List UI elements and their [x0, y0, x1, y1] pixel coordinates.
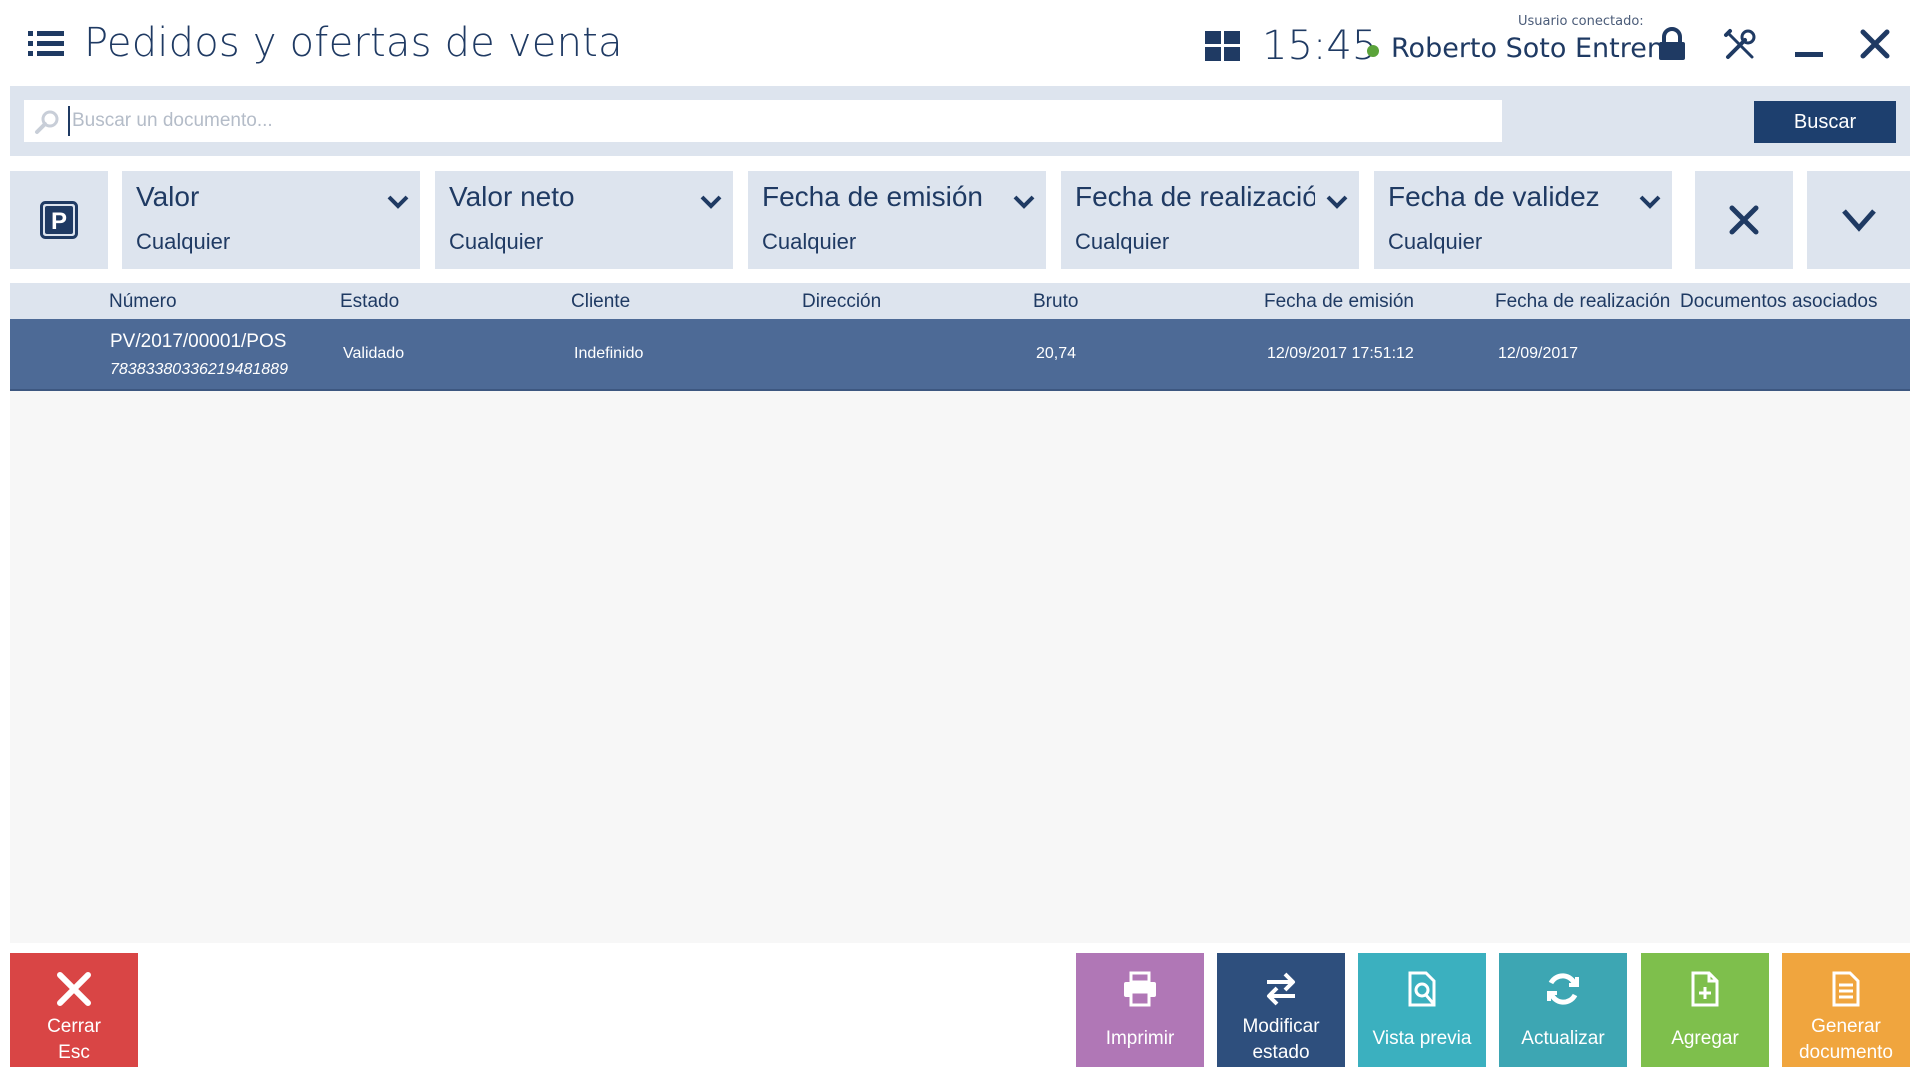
add-button[interactable]: Agregar	[1641, 953, 1769, 1067]
cell-codigo: 7838338033621948188​9	[110, 361, 288, 378]
close-button-label: Cerrar	[47, 1016, 101, 1037]
filter-label: Fecha de realización	[1075, 181, 1315, 212]
filter-valor-neto[interactable]: Valor neto Cualquier	[435, 171, 733, 269]
cell-bruto: 20,74	[1036, 345, 1077, 362]
filter-label: Fecha de validez	[1388, 181, 1600, 212]
chevron-down-icon	[1013, 195, 1035, 209]
filter-fecha-validez[interactable]: Fecha de validez Cualquier	[1374, 171, 1672, 269]
windows-icon[interactable]	[1205, 31, 1240, 61]
filter-value: Cualquier	[449, 229, 544, 254]
online-status-indicator	[1367, 45, 1379, 57]
filter-fecha-emision[interactable]: Fecha de emisión Cualquier	[748, 171, 1046, 269]
chevron-down-icon	[387, 195, 409, 209]
column-header-cliente[interactable]: Cliente	[571, 291, 630, 313]
filter-value: Cualquier	[762, 229, 857, 254]
print-button-label: Imprimir	[1105, 1028, 1175, 1049]
filter-value: Cualquier	[1075, 229, 1170, 254]
document-lines-icon	[1832, 971, 1860, 1007]
parking-icon: P	[40, 201, 78, 239]
filter-label: Valor	[136, 181, 200, 212]
column-header-fecha-realizacion[interactable]: Fecha de realización	[1495, 291, 1670, 313]
svg-text:P: P	[51, 208, 67, 235]
modify-status-button-label-2: estado	[1252, 1042, 1310, 1063]
search-panel: Buscar	[10, 86, 1910, 156]
close-button-shortcut: Esc	[58, 1042, 90, 1063]
modify-status-button[interactable]: Modificar estado	[1217, 953, 1345, 1067]
search-box	[24, 100, 1502, 142]
preview-button[interactable]: Vista previa	[1358, 953, 1486, 1067]
close-icon	[1729, 205, 1759, 235]
refresh-button[interactable]: Actualizar	[1499, 953, 1627, 1067]
column-header-direccion[interactable]: Dirección	[802, 291, 881, 313]
menu-icon[interactable]	[28, 28, 64, 60]
document-add-icon	[1691, 971, 1719, 1007]
cell-numero: PV/2017/00001/POS	[110, 331, 287, 352]
column-header-estado[interactable]: Estado	[340, 291, 399, 313]
documents-table: Número Estado Cliente Dirección Bruto Fe…	[10, 283, 1910, 943]
table-row[interactable]: PV/2017/00001/POS 7838338033621948188​9 …	[10, 319, 1910, 391]
refresh-icon	[1547, 973, 1579, 1005]
document-search-icon	[1408, 971, 1436, 1007]
chevron-down-icon	[1326, 195, 1348, 209]
column-header-fecha-emision[interactable]: Fecha de emisión	[1264, 291, 1414, 313]
close-window-icon[interactable]	[1858, 27, 1892, 61]
column-header-bruto[interactable]: Bruto	[1033, 291, 1078, 313]
filter-value: Cualquier	[1388, 229, 1483, 254]
chevron-down-icon	[700, 195, 722, 209]
user-caption: Usuario conectado:	[1518, 14, 1644, 29]
add-button-label: Agregar	[1671, 1028, 1739, 1049]
close-icon	[57, 972, 91, 1006]
generate-document-button-label: Generar	[1811, 1016, 1881, 1037]
modify-status-button-label: Modificar	[1242, 1016, 1320, 1037]
user-name: Roberto Soto Entrena	[1391, 33, 1681, 64]
search-button[interactable]: Buscar	[1754, 101, 1896, 143]
table-header: Número Estado Cliente Dirección Bruto Fe…	[10, 283, 1910, 319]
column-header-numero[interactable]: Número	[109, 291, 177, 313]
close-button[interactable]: Cerrar Esc	[10, 953, 138, 1067]
filter-fecha-realizacion[interactable]: Fecha de realización Cualquier	[1061, 171, 1359, 269]
search-input[interactable]	[68, 106, 1488, 136]
page-title: Pedidos y ofertas de venta	[84, 20, 623, 66]
filter-valor[interactable]: Valor Cualquier	[122, 171, 420, 269]
minimize-icon[interactable]	[1792, 28, 1826, 62]
filter-label: Valor neto	[449, 181, 575, 212]
cell-cliente: Indefinido	[574, 345, 644, 362]
expand-filters-button[interactable]	[1807, 171, 1910, 269]
filter-value: Cualquier	[136, 229, 231, 254]
filter-label: Fecha de emisión	[762, 181, 984, 212]
clear-filters-button[interactable]	[1695, 171, 1793, 269]
swap-arrows-icon	[1267, 972, 1295, 1006]
preview-button-label: Vista previa	[1372, 1028, 1472, 1049]
chevron-down-icon	[1639, 195, 1661, 209]
refresh-button-label: Actualizar	[1521, 1028, 1605, 1049]
parked-documents-button[interactable]: P	[10, 171, 108, 269]
cell-fecha-realizacion: 12/09/2017	[1498, 345, 1579, 362]
print-button[interactable]: Imprimir	[1076, 953, 1204, 1067]
app-window: Pedidos y ofertas de venta 15:45 Usuario…	[0, 0, 1917, 1074]
header: Pedidos y ofertas de venta 15:45 Usuario…	[0, 0, 1917, 86]
column-header-documentos-asociados[interactable]: Documentos asociados	[1680, 291, 1878, 313]
clock: 15:45	[1262, 23, 1378, 69]
generate-document-button[interactable]: Generar documento	[1782, 953, 1910, 1067]
tools-icon[interactable]	[1723, 28, 1757, 62]
search-icon	[35, 110, 59, 134]
cell-fecha-emision: 12/09/2017 17:51:12	[1267, 345, 1414, 362]
cell-estado: Validado	[343, 345, 405, 362]
filter-row: P Valor Cualquier Valor neto Cualquier F…	[10, 171, 1910, 269]
chevron-down-icon	[1841, 209, 1876, 232]
generate-document-button-label-2: documento	[1798, 1042, 1893, 1063]
printer-icon	[1124, 971, 1156, 1007]
lock-icon[interactable]	[1656, 27, 1688, 61]
